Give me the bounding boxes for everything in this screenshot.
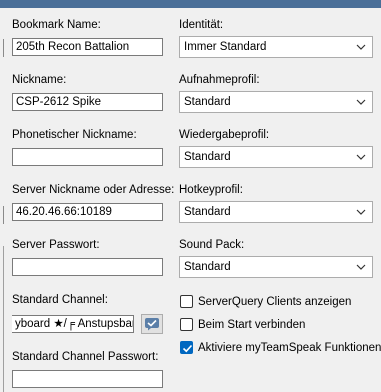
sound-pack-value: Standard	[184, 261, 231, 273]
server-password-field[interactable]	[12, 258, 163, 276]
nickname-field[interactable]: CSP-2612 Spike	[12, 93, 163, 111]
hotkey-profile-select[interactable]: Standard	[179, 201, 373, 223]
mytsfeatures-checkbox[interactable]	[180, 341, 193, 354]
chevron-down-icon	[356, 99, 366, 105]
sound-pack-select[interactable]: Standard	[179, 256, 373, 278]
channel-picker-button[interactable]	[141, 314, 163, 334]
connect-on-start-checkbox[interactable]	[180, 318, 193, 331]
chevron-down-icon	[356, 264, 366, 270]
capture-profile-label: Aufnahmeprofil:	[179, 74, 260, 86]
server-address-label: Server Nickname oder Adresse:	[12, 184, 175, 196]
hotkey-profile-label: Hotkeyprofil:	[179, 184, 243, 196]
nickname-label: Nickname:	[12, 74, 67, 86]
identity-value: Immer Standard	[184, 41, 267, 53]
serverquery-clients-checkbox[interactable]	[180, 295, 193, 308]
bookmark-name-field[interactable]: 205th Recon Battalion	[12, 38, 163, 56]
left-panel-edge	[0, 39, 4, 57]
sound-pack-label: Sound Pack:	[179, 239, 245, 251]
server-address-field[interactable]: 46.20.46.66:10189	[12, 203, 163, 221]
playback-profile-label: Wiedergabeprofil:	[179, 129, 270, 141]
left-panel-edge	[0, 206, 4, 224]
mytsfeatures-label[interactable]: Aktiviere myTeamSpeak Funktionen	[198, 341, 381, 355]
phonetic-nickname-field[interactable]	[12, 148, 163, 166]
capture-profile-select[interactable]: Standard	[179, 91, 373, 113]
bookmark-name-label: Bookmark Name:	[12, 19, 101, 31]
chevron-down-icon	[356, 209, 366, 215]
capture-profile-value: Standard	[184, 96, 231, 108]
serverquery-clients-label[interactable]: ServerQuery Clients anzeigen	[198, 295, 351, 309]
chevron-down-icon	[356, 44, 366, 50]
chevron-down-icon	[356, 154, 366, 160]
channel-picker-icon	[145, 318, 159, 331]
hotkey-profile-value: Standard	[184, 206, 231, 218]
playback-profile-value: Standard	[184, 151, 231, 163]
phonetic-nickname-label: Phonetischer Nickname:	[12, 129, 137, 141]
identity-select[interactable]: Immer Standard	[179, 36, 373, 58]
default-channel-field[interactable]: yboard ★/╒ Anstupsbar	[12, 315, 134, 333]
default-channel-label: Standard Channel:	[12, 294, 108, 306]
window-title-bar	[0, 0, 381, 8]
default-channel-password-label: Standard Channel Passwort:	[12, 351, 159, 363]
default-channel-password-field[interactable]	[12, 370, 163, 388]
checkmark-icon	[182, 344, 193, 353]
left-panel-edge	[0, 246, 4, 392]
identity-label: Identität:	[179, 19, 224, 31]
connect-on-start-label[interactable]: Beim Start verbinden	[198, 318, 305, 332]
playback-profile-select[interactable]: Standard	[179, 146, 373, 168]
server-password-label: Server Passwort:	[12, 239, 100, 251]
